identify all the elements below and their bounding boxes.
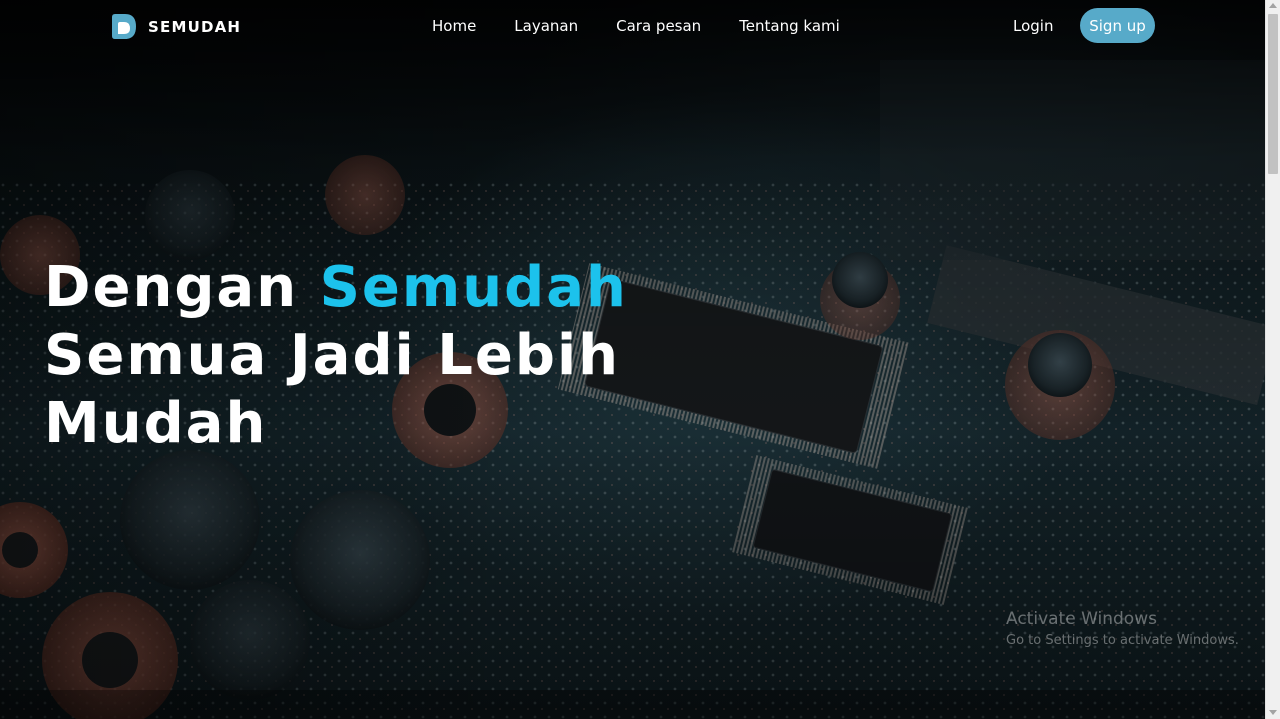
top-navbar: SEMUDAH Home Layanan Cara pesan Tentang …: [0, 0, 1265, 54]
nav-item-layanan: Layanan: [514, 17, 578, 36]
nav-link-tentang-kami[interactable]: Tentang kami: [739, 17, 840, 35]
nav-item-cara-pesan: Cara pesan: [616, 17, 701, 36]
brand-link[interactable]: SEMUDAH: [109, 13, 241, 40]
page-scrollbar[interactable]: [1265, 0, 1280, 719]
nav-item-home: Home: [432, 17, 476, 36]
hero-headline: Dengan Semudah Semua Jadi Lebih Mudah: [44, 254, 626, 458]
headline-line-1: Dengan Semudah: [44, 254, 626, 322]
nav-link-layanan[interactable]: Layanan: [514, 17, 578, 35]
activate-windows-watermark: Activate Windows Go to Settings to activ…: [1006, 609, 1239, 648]
scroll-down-arrow-icon[interactable]: [1269, 710, 1277, 715]
watermark-subtitle: Go to Settings to activate Windows.: [1006, 633, 1239, 648]
nav-link-home[interactable]: Home: [432, 17, 476, 35]
login-link[interactable]: Login: [1013, 17, 1053, 35]
signup-button[interactable]: Sign up: [1080, 8, 1155, 43]
headline-part-1: Dengan: [44, 255, 320, 320]
semudah-logo-icon: [112, 14, 136, 39]
nav-link-cara-pesan[interactable]: Cara pesan: [616, 17, 701, 35]
headline-accent: Semudah: [319, 255, 628, 320]
scrollbar-thumb[interactable]: [1268, 14, 1278, 174]
watermark-title: Activate Windows: [1006, 609, 1157, 629]
headline-line-3: Mudah: [44, 391, 268, 456]
headline-line-2: Semua Jadi Lebih: [44, 323, 621, 388]
nav-item-tentang-kami: Tentang kami: [739, 17, 840, 36]
brand-name: SEMUDAH: [148, 17, 242, 36]
nav-links: Home Layanan Cara pesan Tentang kami: [432, 17, 840, 36]
scroll-up-arrow-icon[interactable]: [1269, 3, 1277, 8]
